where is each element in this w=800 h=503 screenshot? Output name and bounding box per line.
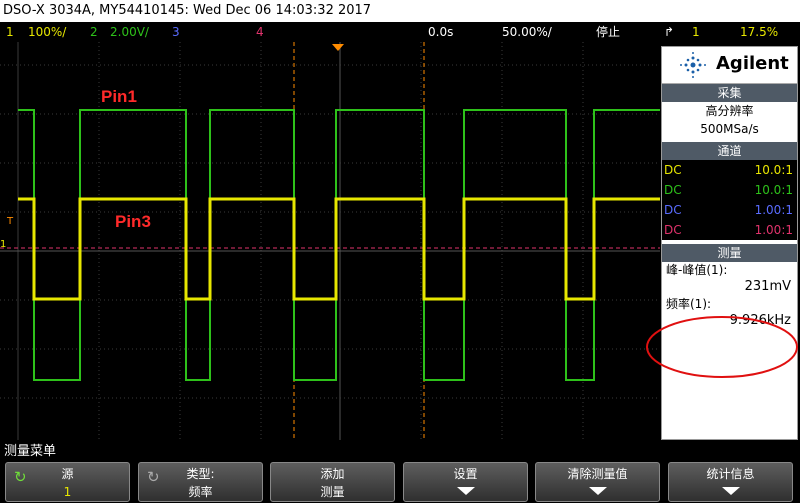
softkey-type[interactable]: ↻ 类型: 频率 [138, 462, 263, 502]
measurement-1-value: 231mV [744, 279, 791, 294]
channel-row-4: DC 1.00:1 [662, 220, 797, 240]
brand-area: Agilent [662, 47, 797, 84]
ch1-number[interactable]: 1 [6, 22, 14, 42]
channel-coupling: DC [664, 163, 682, 177]
softkey-source[interactable]: ↻ 源 1 [5, 462, 130, 502]
channel-probe: 1.00:1 [754, 223, 793, 237]
pin1-label: Pin1 [101, 87, 137, 106]
channel-row-1: DC 10.0:1 [662, 160, 797, 180]
softkey-label: 清除测量值 [567, 467, 628, 481]
channel-coupling: DC [664, 183, 682, 197]
trigger-level: 17.5% [740, 25, 779, 39]
waveform-display[interactable]: Pin1 Pin3 T 1 [0, 42, 660, 440]
agilent-spark-logo [680, 52, 706, 78]
down-arrow-icon [456, 487, 475, 495]
waveform-canvas: Pin1 Pin3 T 1 [0, 42, 660, 440]
ch4-number[interactable]: 4 [256, 22, 264, 42]
softkey-label: 添加 [320, 467, 345, 481]
softkey-label: 设置 [453, 467, 478, 481]
rotate-knob-icon: ↻ [14, 468, 27, 486]
ch2-number[interactable]: 2 [90, 22, 98, 42]
softkey-add-measurement[interactable]: 添加 测量 [270, 462, 395, 502]
channel-row-2: DC 10.0:1 [662, 180, 797, 200]
channel-probe: 10.0:1 [754, 163, 793, 177]
measurement-2-value: 9.926kHz [729, 313, 791, 328]
channels-header: 通道 [662, 142, 797, 160]
down-arrow-icon [721, 487, 740, 495]
trigger-position-marker [332, 44, 344, 51]
brand-name: Agilent [716, 53, 789, 74]
status-bar: 1 100%/ 2 2.00V/ 3 4 0.0s 50.00%/ 停止 ↱ 1… [0, 22, 800, 42]
softkey-label-line2: 测量 [320, 485, 345, 499]
softkey-settings[interactable]: 设置 [403, 462, 528, 502]
pin1-trace [18, 109, 660, 381]
time-delay: 0.0s [428, 25, 454, 39]
ch2-scale: 2.00V/ [110, 25, 149, 39]
measurement-2-label: 频率(1): [666, 297, 712, 311]
ch1-ground-marker: 1 [0, 239, 6, 250]
acquisition-header: 采集 [662, 84, 797, 102]
title-bar: DSO-X 3034A, MY54410145: Wed Dec 06 14:0… [0, 0, 800, 22]
time-scale: 50.00%/ [502, 25, 552, 39]
channel-row-3: DC 1.00:1 [662, 200, 797, 220]
rotate-knob-icon: ↻ [147, 468, 160, 486]
menu-title: 测量菜单 [4, 444, 57, 459]
softkey-statistics[interactable]: 统计信息 [668, 462, 793, 502]
softkey-label: 统计信息 [706, 467, 755, 481]
trigger-level-marker: T [6, 216, 14, 227]
channel-coupling: DC [664, 223, 682, 237]
right-info-panel: Agilent 采集 高分辨率 500MSa/s 通道 DC 10.0:1 DC… [661, 46, 798, 440]
sample-rate: 500MSa/s [700, 122, 759, 136]
trigger-source: 1 [692, 25, 700, 39]
channel-probe: 1.00:1 [754, 203, 793, 217]
run-state[interactable]: 停止 [596, 22, 620, 42]
down-arrow-icon [588, 487, 607, 495]
trigger-edge-icon: ↱ [664, 25, 675, 39]
ch1-scale: 100%/ [28, 25, 67, 39]
ch3-number[interactable]: 3 [172, 22, 180, 42]
channel-probe: 10.0:1 [754, 183, 793, 197]
measurement-1-label: 峰-峰值(1): [666, 263, 728, 277]
acquisition-mode: 高分辨率 [705, 104, 754, 118]
pin3-label: Pin3 [115, 212, 151, 231]
channel-coupling: DC [664, 203, 682, 217]
measurements-header: 测量 [662, 244, 797, 262]
softkey-clear-measurements[interactable]: 清除测量值 [535, 462, 660, 502]
